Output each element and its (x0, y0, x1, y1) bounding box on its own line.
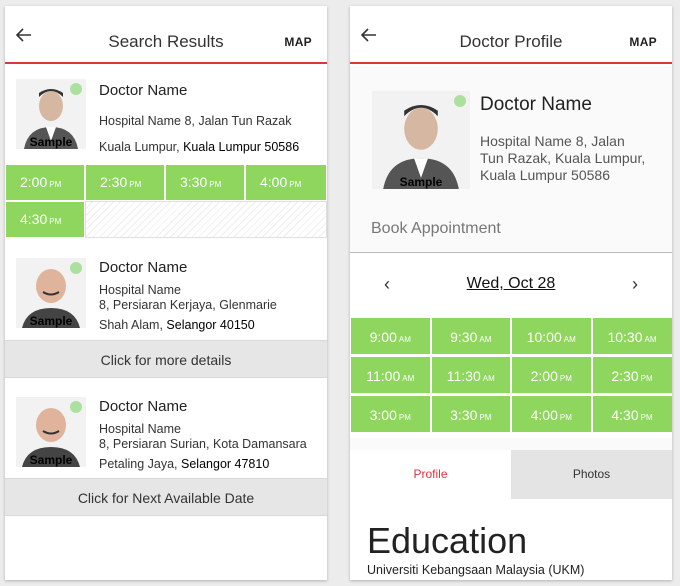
time-slot[interactable]: 3:30 PM (430, 395, 511, 433)
photo-label: Sample (29, 314, 73, 328)
check-badge-icon (70, 401, 82, 413)
check-badge-icon (454, 95, 466, 107)
section-title: Education (367, 520, 528, 561)
hospital-name: Hospital Name (99, 422, 181, 436)
time-slot[interactable]: 4:30 PM (591, 395, 672, 433)
page-title: Doctor Profile (459, 32, 563, 51)
search-results-screen: Search Results MAP Sample Doctor Name Ho… (5, 6, 327, 580)
profile-header: Sample Doctor Name Hospital Name 8, Jala… (350, 66, 672, 253)
doctor-photo: Sample (16, 397, 86, 467)
doctor-card[interactable]: Sample Doctor Name Hospital Name 8, Jala… (5, 66, 327, 164)
doctor-photo: Sample (372, 91, 470, 189)
check-badge-icon (70, 83, 82, 95)
doctor-name: Doctor Name (99, 259, 188, 276)
time-slot[interactable]: 10:00 AM (511, 317, 592, 355)
map-button[interactable]: MAP (629, 35, 657, 49)
date-selector: ‹ Wed, Oct 28 › (350, 253, 672, 317)
education-item: Universiti Kebangsaan Malaysia (UKM) (367, 563, 585, 577)
hospital-address: 8, Persiaran Kerjaya, Glenmarie (99, 298, 277, 312)
doctor-card[interactable]: Sample Doctor Name Hospital Name 8, Pers… (5, 384, 327, 478)
book-appointment-label: Book Appointment (371, 220, 501, 237)
doctor-name: Doctor Name (99, 82, 188, 99)
time-slot[interactable]: 2:00 PM (511, 356, 592, 394)
photo-label: Sample (29, 453, 73, 467)
location: Shah Alam, Selangor 40150 (99, 318, 255, 332)
app-header: Doctor Profile MAP (350, 6, 672, 64)
spacer (350, 438, 672, 450)
doctor-photo: Sample (16, 79, 86, 149)
empty-slot-area (85, 201, 327, 238)
doctor-profile-screen: Doctor Profile MAP Sample Doctor Name Ho… (350, 6, 672, 580)
time-slot[interactable]: 9:00 AM (350, 317, 431, 355)
time-slot[interactable]: 4:00 PM (511, 395, 592, 433)
time-slot[interactable]: 11:30 AM (430, 356, 511, 394)
page-title: Search Results (108, 32, 224, 51)
time-slot[interactable]: 11:00 AM (350, 356, 431, 394)
time-slot[interactable]: 2:30 PM (85, 164, 165, 201)
time-slot[interactable]: 3:30 PM (165, 164, 245, 201)
doctor-address: Hospital Name 8, Jalan Tun Razak, Kuala … (480, 133, 646, 183)
more-details-button[interactable]: Click for more details (5, 340, 327, 378)
selected-date[interactable]: Wed, Oct 28 (350, 275, 672, 293)
time-slot[interactable]: 4:30 PM (5, 201, 85, 238)
check-badge-icon (70, 262, 82, 274)
photo-label: Sample (29, 135, 73, 149)
hospital-address: 8, Persiaran Surian, Kota Damansara (99, 437, 307, 451)
doctor-photo: Sample (16, 258, 86, 328)
location: Kuala Lumpur, Kuala Lumpur 50586 (99, 140, 300, 154)
app-header: Search Results MAP (5, 6, 327, 64)
map-button[interactable]: MAP (284, 35, 312, 49)
doctor-name: Doctor Name (480, 94, 592, 115)
tab-profile[interactable]: Profile (350, 450, 511, 499)
doctor-name: Doctor Name (99, 398, 188, 415)
photo-label: Sample (399, 175, 443, 189)
next-available-button[interactable]: Click for Next Available Date (5, 478, 327, 516)
time-slot[interactable]: 4:00 PM (245, 164, 327, 201)
chevron-right-icon[interactable]: › (632, 274, 638, 295)
time-slot[interactable]: 3:00 PM (350, 395, 431, 433)
doctor-card[interactable]: Sample Doctor Name Hospital Name 8, Pers… (5, 246, 327, 340)
time-slot[interactable]: 9:30 AM (430, 317, 511, 355)
hospital-address: Hospital Name 8, Jalan Tun Razak (99, 114, 292, 128)
tab-photos[interactable]: Photos (511, 450, 672, 499)
hospital-name: Hospital Name (99, 283, 181, 297)
location: Petaling Jaya, Selangor 47810 (99, 457, 270, 471)
time-slot[interactable]: 10:30 AM (591, 317, 672, 355)
time-slot-grid: 9:00 AM 9:30 AM 10:00 AM 10:30 AM 11:00 AM 11:30 AM… (350, 317, 672, 434)
time-slot[interactable]: 2:00 PM (5, 164, 85, 201)
time-slot[interactable]: 2:30 PM (591, 356, 672, 394)
